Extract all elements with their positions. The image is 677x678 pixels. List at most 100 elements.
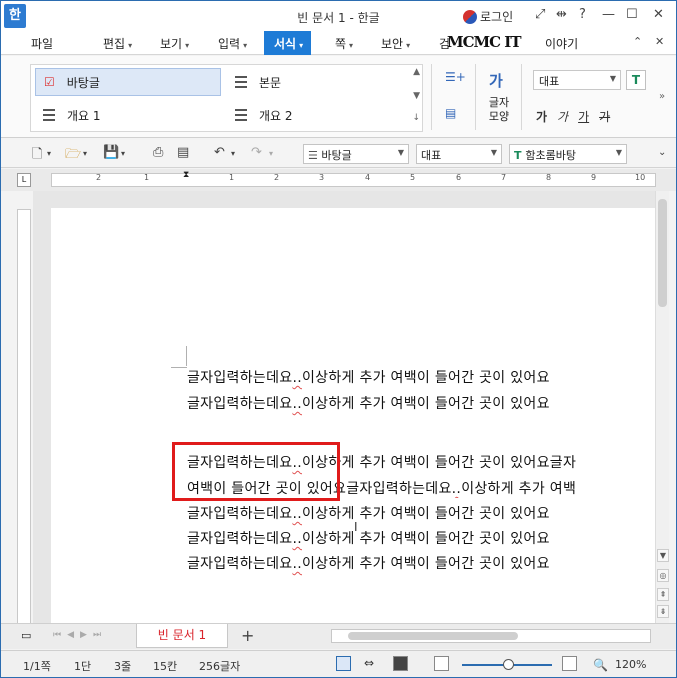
vertical-scrollbar[interactable]: ▼ ◎ ⇞ ⇟ bbox=[655, 191, 669, 623]
undo-icon[interactable]: ↶ bbox=[214, 145, 225, 160]
chevron-down-icon: ▼ bbox=[397, 148, 404, 157]
gallery-up-icon[interactable]: ▲ bbox=[413, 67, 420, 77]
save-icon[interactable]: 💾 bbox=[103, 145, 119, 160]
gallery-down-icon[interactable]: ▼ bbox=[413, 91, 420, 101]
ruler-mark: 5 bbox=[410, 173, 416, 182]
tab-stop-icon[interactable]: L bbox=[17, 173, 31, 187]
login-label: 로그인 bbox=[480, 10, 514, 24]
status-bar: 1/1쪽 1단 3줄 15칸 256글자 ⇔ 🔍 120% bbox=[1, 650, 676, 677]
chevron-down-icon[interactable]: ▾ bbox=[269, 149, 273, 158]
status-page[interactable]: 1/1쪽 bbox=[23, 658, 51, 674]
ribbon-more-icon[interactable]: » bbox=[659, 91, 665, 102]
margin-corner-mark bbox=[186, 346, 187, 366]
style-combo[interactable]: ☰ 바탕글 ▼ bbox=[303, 144, 409, 164]
underline-button[interactable]: 가 bbox=[578, 108, 589, 125]
horizontal-ruler[interactable]: 2 1 ⧗ 1 2 3 4 5 6 7 8 9 10 bbox=[51, 170, 656, 187]
indent-marker-icon[interactable]: ⧗ bbox=[183, 170, 189, 180]
full-page-icon[interactable] bbox=[393, 656, 408, 671]
page-up-icon[interactable]: ⇞ bbox=[657, 588, 669, 601]
fit-width-icon[interactable]: ⇔ bbox=[364, 656, 374, 670]
watermark-logo: MCMC IT bbox=[447, 33, 521, 51]
ribbon-separator bbox=[521, 64, 522, 130]
menu-format[interactable]: 서식 ▾ bbox=[264, 31, 312, 55]
help-icon[interactable]: ? bbox=[579, 7, 586, 22]
open-folder-icon[interactable]: 🗁 bbox=[65, 145, 81, 167]
menu-page[interactable]: 쪽 ▾ bbox=[335, 35, 353, 52]
chevron-down-icon[interactable]: ▾ bbox=[83, 149, 87, 158]
ribbon-font-select[interactable]: 대표 ▼ bbox=[533, 70, 621, 90]
add-style-icon[interactable]: ☰+ bbox=[445, 70, 466, 84]
italic-button[interactable]: 가 bbox=[557, 108, 568, 125]
font-type-icon: T bbox=[514, 149, 526, 162]
vertical-ruler[interactable] bbox=[17, 209, 31, 625]
new-doc-icon[interactable]: 🗋 bbox=[32, 145, 42, 167]
style-label: 개요 1 bbox=[67, 108, 101, 123]
page-down-icon[interactable]: ⇟ bbox=[657, 605, 669, 618]
style-combo-value: 바탕글 bbox=[321, 149, 352, 162]
scroll-thumb[interactable] bbox=[348, 632, 518, 640]
close-doc-icon[interactable]: ✕ bbox=[655, 35, 664, 48]
print-icon[interactable]: ⎙ bbox=[153, 145, 163, 160]
paragraph-icon bbox=[43, 109, 55, 121]
preview-icon[interactable]: ▤ bbox=[177, 145, 189, 160]
horizontal-scrollbar[interactable] bbox=[331, 629, 651, 643]
text-line[interactable]: 글자입력하는데요..이상하게 추가 여백이 들어간 곳이 있어요 bbox=[187, 503, 550, 523]
chevron-down-icon[interactable]: ▾ bbox=[121, 149, 125, 158]
login-button[interactable]: 로그인 bbox=[463, 8, 513, 25]
menu-file[interactable]: 파일 bbox=[31, 35, 53, 52]
chevron-down-icon: ▾ bbox=[185, 41, 190, 50]
tab-nav-icon[interactable]: ⏮◀▶⏭ bbox=[53, 630, 107, 640]
chevron-down-icon: ▼ bbox=[615, 148, 622, 157]
font-combo[interactable]: T 함초롬바탕 ▼ bbox=[509, 144, 627, 164]
chevron-down-icon[interactable]: ▾ bbox=[231, 149, 235, 158]
tab-list-icon[interactable]: ▭ bbox=[21, 629, 31, 642]
collapse-ribbon-icon[interactable]: ⌃ bbox=[633, 35, 642, 48]
chevron-down-icon[interactable]: ▾ bbox=[47, 149, 51, 158]
strikethrough-button[interactable]: 가 bbox=[599, 108, 610, 125]
chevron-down-icon: ▾ bbox=[299, 41, 304, 50]
maximize-icon[interactable]: ☐ bbox=[626, 7, 638, 22]
style-item-outline2[interactable]: 개요 2 bbox=[227, 101, 403, 129]
minimize-icon[interactable]: — bbox=[602, 7, 615, 22]
close-icon[interactable]: ✕ bbox=[653, 7, 664, 22]
char-shape-label[interactable]: 글자 모양 bbox=[484, 96, 514, 124]
menu-security[interactable]: 보안 ▾ bbox=[381, 35, 410, 52]
ribbon-separator bbox=[475, 64, 476, 130]
style-item-batang[interactable]: ☑ 바탕글 bbox=[35, 68, 221, 96]
menu-insert[interactable]: 입력 ▾ bbox=[218, 35, 247, 52]
fullscreen-icon[interactable]: ⤢ bbox=[535, 7, 545, 22]
restore-ribbon-icon[interactable]: ⇹ bbox=[556, 7, 567, 22]
gallery-expand-icon[interactable]: ↓ bbox=[412, 113, 420, 123]
zoom-page-icon[interactable] bbox=[562, 656, 577, 671]
menu-story[interactable]: 이야기 bbox=[545, 35, 578, 52]
add-tab-icon[interactable]: + bbox=[241, 626, 254, 645]
bold-button[interactable]: 가 bbox=[536, 108, 547, 125]
status-zoom[interactable]: 120% bbox=[615, 658, 646, 671]
text-line[interactable]: 글자입력하는데요..이상하게 추가 여백이 들어간 곳이 있어요 bbox=[187, 367, 550, 387]
char-shape-icon[interactable]: 가 bbox=[489, 70, 503, 91]
page-select-icon[interactable]: ◎ bbox=[657, 569, 669, 582]
style-item-outline1[interactable]: 개요 1 bbox=[35, 101, 221, 129]
style-item-body[interactable]: 본문 bbox=[227, 68, 403, 96]
zoom-fit-icon[interactable] bbox=[434, 656, 449, 671]
format-buttons: 가 가 가 가 bbox=[536, 108, 610, 125]
text-line[interactable]: 글자입력하는데요..이상하게 추가 여백이 들어간 곳이 있어요 bbox=[187, 553, 550, 573]
page-view-icon[interactable] bbox=[336, 656, 351, 671]
font-lang-combo[interactable]: 대표 ▼ bbox=[416, 144, 502, 164]
zoom-slider-knob[interactable] bbox=[503, 659, 514, 670]
redo-icon[interactable]: ↷ bbox=[251, 145, 262, 160]
style-manager-icon[interactable]: ▤ bbox=[445, 106, 456, 120]
toolbar-expand-icon[interactable]: ⌄ bbox=[658, 147, 666, 158]
menu-view[interactable]: 보기 ▾ bbox=[160, 35, 189, 52]
menu-edit-label: 편집 bbox=[103, 37, 126, 51]
font-type-icon[interactable]: T bbox=[626, 70, 646, 90]
scroll-down-icon[interactable]: ▼ bbox=[657, 549, 669, 562]
tab-doc1[interactable]: 빈 문서 1 bbox=[136, 624, 228, 648]
menu-edit[interactable]: 편집 ▾ bbox=[103, 35, 132, 52]
scroll-thumb[interactable] bbox=[658, 199, 667, 307]
search-icon[interactable]: 🔍 bbox=[593, 658, 608, 672]
text-line[interactable]: 글자입력하는데요..이상하게 추가 여백이 들어간 곳이 있어요 bbox=[187, 393, 550, 413]
menu-security-label: 보안 bbox=[381, 37, 404, 51]
text-line[interactable]: 글자입력하는데요..이상하게 추가 여백이 들어간 곳이 있어요 bbox=[187, 528, 550, 548]
account-icon bbox=[463, 9, 477, 24]
